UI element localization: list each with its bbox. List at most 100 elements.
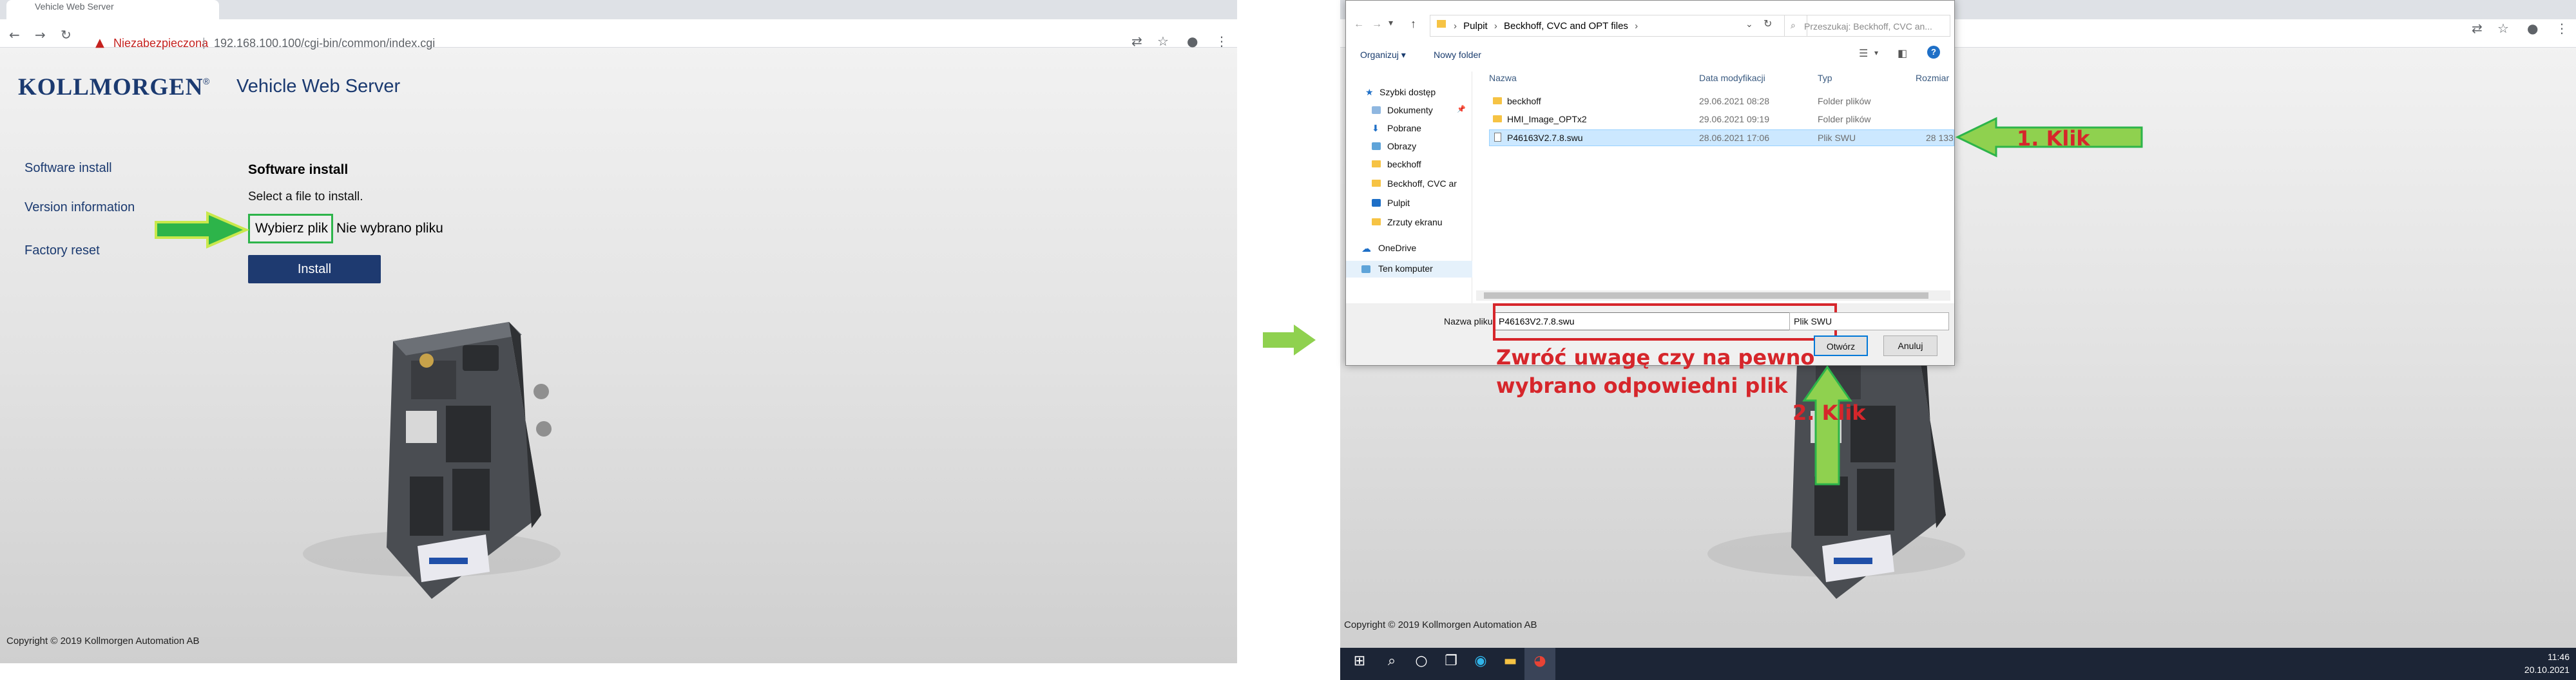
dialog-back-icon[interactable]: ← — [1354, 19, 1364, 30]
breadcrumb-item-pulpit[interactable]: Pulpit — [1463, 21, 1488, 32]
help-icon[interactable]: ? — [1927, 46, 1940, 59]
translate-icon[interactable]: ⇄ — [1131, 33, 1142, 49]
controller-device-image — [303, 322, 561, 599]
star-icon: ★ — [1365, 87, 1374, 97]
file-row-type: Folder plików — [1818, 96, 1871, 106]
filename-highlight-box — [1493, 303, 1837, 341]
search-input[interactable]: ⌕ Przeszukaj: Beckhoff, CVC an... — [1784, 15, 1950, 37]
nav-item-screenshots[interactable]: Zrzuty ekranu — [1387, 217, 1443, 227]
preview-pane-icon[interactable]: ◧ — [1898, 47, 1907, 60]
nav-item-beckhoff[interactable]: beckhoff — [1387, 159, 1421, 169]
sidebar-link-version-information[interactable]: Version information — [24, 200, 135, 215]
nav-item-quick-access[interactable]: Szybki dostęp — [1379, 87, 1436, 97]
cancel-button[interactable]: Anuluj — [1883, 335, 1937, 356]
file-row-date: 29.06.2021 09:19 — [1699, 114, 1769, 124]
breadcrumb-chevron-icon: › — [1454, 21, 1457, 32]
url-separator: | — [202, 36, 206, 49]
organize-menu[interactable]: Organizuj ▾ — [1360, 50, 1406, 61]
column-header-date[interactable]: Data modyfikacji — [1699, 73, 1765, 83]
reload-icon[interactable]: ↻ — [61, 27, 72, 42]
forward-icon[interactable]: → — [35, 27, 46, 42]
nav-item-this-pc[interactable]: Ten komputer — [1378, 263, 1433, 274]
warning-note-line2: wybrano odpowiedni plik — [1496, 373, 1788, 398]
dialog-titlebar — [1346, 1, 1954, 8]
profile-icon-right[interactable]: ● — [2527, 21, 2538, 36]
desktop-icon — [1372, 199, 1381, 207]
cloud-icon: ☁ — [1361, 243, 1371, 254]
copyright-text: Copyright © 2019 Kollmorgen Automation A… — [6, 636, 200, 647]
start-icon[interactable]: ⊞ — [1349, 653, 1370, 674]
column-header-size[interactable]: Rozmiar — [1916, 73, 1949, 83]
nav-item-beckhoff-cvc[interactable]: Beckhoff, CVC ar — [1387, 178, 1457, 189]
no-file-text: Nie wybrano pliku — [336, 221, 443, 236]
file-row-type: Plik SWU — [1818, 133, 1856, 143]
choose-file-button[interactable]: Wybierz plik — [248, 214, 333, 243]
browser-tab[interactable]: Vehicle Web Server — [6, 0, 219, 19]
nav-item-pictures[interactable]: Obrazy — [1387, 141, 1416, 151]
file-row-name[interactable]: HMI_Image_OPTx2 — [1507, 114, 1587, 124]
breadcrumb-chevron-icon: › — [1635, 21, 1639, 32]
view-dropdown-icon[interactable]: ▾ — [1874, 48, 1878, 57]
view-options-icon[interactable]: ☰ — [1859, 47, 1868, 60]
breadcrumb-item-folder[interactable]: Beckhoff, CVC and OPT files — [1504, 21, 1628, 32]
nav-item-documents[interactable]: Dokumenty — [1387, 105, 1433, 115]
left-browser-window: Vehicle Web Server ← → ↻ ▲ Niezabezpiecz… — [0, 0, 1237, 663]
download-icon: ⬇ — [1372, 123, 1379, 133]
file-row-name[interactable]: beckhoff — [1507, 96, 1541, 106]
copyright-text-right: Copyright © 2019 Kollmorgen Automation A… — [1344, 619, 1537, 630]
sidebar-link-factory-reset[interactable]: Factory reset — [24, 243, 100, 258]
computer-icon — [1361, 265, 1370, 273]
section-title: Software install — [248, 162, 349, 177]
search-icon: ⌕ — [1791, 20, 1796, 30]
column-header-name[interactable]: Nazwa — [1489, 73, 1517, 83]
breadcrumb-chevron-icon: › — [1494, 21, 1497, 32]
task-view-icon[interactable]: ❐ — [1441, 653, 1461, 674]
security-warning[interactable]: Niezabezpieczona — [113, 37, 208, 50]
app-title: Vehicle Web Server — [236, 76, 401, 97]
scrollbar-thumb[interactable] — [1484, 292, 1928, 299]
sidebar-link-software-install[interactable]: Software install — [24, 161, 112, 176]
click2-arrow-icon — [1802, 365, 1852, 486]
file-explorer-icon[interactable]: ▬ — [1500, 653, 1521, 674]
documents-icon — [1372, 106, 1381, 114]
breadcrumb-folder-icon — [1437, 20, 1446, 28]
cortana-icon[interactable]: ○ — [1411, 653, 1432, 674]
breadcrumb-dropdown-icon[interactable]: ⌄ — [1745, 19, 1753, 30]
file-row-name[interactable]: P46163V2.7.8.swu — [1507, 133, 1583, 143]
edge-icon[interactable]: ◉ — [1470, 653, 1491, 674]
file-icon — [1494, 133, 1501, 142]
tab-title: Vehicle Web Server — [35, 1, 114, 12]
new-folder-button[interactable]: Nowy folder — [1434, 50, 1481, 60]
transition-arrow-icon — [1263, 325, 1316, 355]
folder-icon — [1372, 218, 1381, 225]
folder-icon — [1372, 180, 1381, 187]
install-button[interactable]: Install — [248, 255, 381, 283]
open-button[interactable]: Otwórz — [1814, 335, 1868, 356]
nav-item-onedrive[interactable]: OneDrive — [1378, 243, 1416, 253]
translate-icon-right[interactable]: ⇄ — [2472, 21, 2483, 36]
column-header-type[interactable]: Typ — [1818, 73, 1832, 83]
select-file-hint: Select a file to install. — [248, 190, 363, 203]
clock-time[interactable]: 11:46 — [2548, 652, 2570, 662]
profile-icon[interactable]: ● — [1187, 33, 1198, 49]
url-text[interactable]: 192.168.100.100/cgi-bin/common/index.cgi — [214, 37, 435, 50]
menu-icon[interactable]: ⋮ — [1215, 33, 1228, 49]
filename-label: Nazwa pliku: — [1444, 316, 1495, 326]
filetype-select[interactable]: Plik SWU — [1789, 312, 1949, 330]
bookmark-star-icon[interactable]: ☆ — [1157, 33, 1169, 49]
dialog-up-icon[interactable]: ↑ — [1410, 17, 1416, 31]
bookmark-star-icon-right[interactable]: ☆ — [2497, 21, 2509, 36]
nav-item-desktop[interactable]: Pulpit — [1387, 198, 1410, 208]
back-icon[interactable]: ← — [9, 27, 20, 42]
nav-item-downloads[interactable]: Pobrane — [1387, 123, 1421, 133]
warning-icon: ▲ — [95, 36, 104, 50]
folder-icon — [1493, 97, 1502, 104]
refresh-icon[interactable]: ↻ — [1764, 17, 1772, 30]
menu-icon-right[interactable]: ⋮ — [2555, 21, 2568, 36]
clock-date[interactable]: 20.10.2021 — [2524, 665, 2570, 675]
warning-note-line1: Zwróć uwagę czy na pewno — [1496, 345, 1815, 370]
dialog-dropdown-icon[interactable]: ▾ — [1389, 17, 1393, 28]
dialog-forward-icon[interactable]: → — [1372, 19, 1382, 30]
chrome-icon[interactable]: ◕ — [1530, 653, 1550, 674]
search-icon[interactable]: ⌕ — [1381, 653, 1402, 674]
